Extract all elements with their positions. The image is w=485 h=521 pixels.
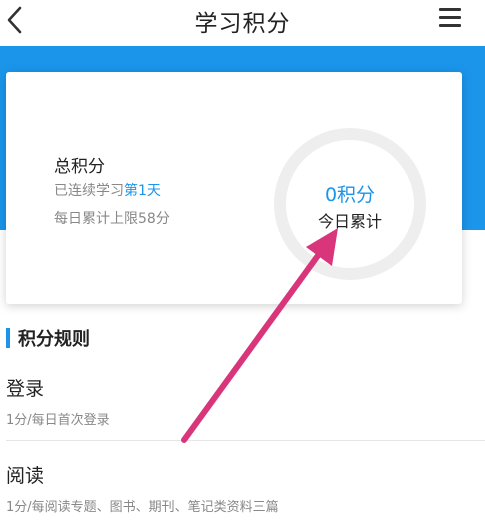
- rule-name: 阅读: [6, 465, 45, 487]
- streak-day-count: 第1天: [124, 183, 161, 199]
- today-points-ring: 0积分 今日累计: [274, 128, 426, 280]
- rule-item-login: 登录 1分/每日首次登录: [6, 374, 485, 428]
- top-bar: 学习积分: [0, 0, 485, 46]
- rule-name: 登录: [6, 378, 45, 400]
- study-streak-text: 已连续学习第1天: [54, 180, 161, 200]
- rule-item-reading: 阅读 1分/每阅读专题、图书、期刊、笔记类资料三篇: [6, 461, 485, 515]
- points-summary-card: 总积分 已连续学习第1天 每日累计上限58分 0积分 今日累计: [6, 72, 462, 304]
- learning-points-page: 学习积分 总积分 已连续学习第1天 每日累计上限58分 0积分 今日累计 积分规…: [0, 0, 485, 521]
- streak-prefix: 已连续学习: [54, 183, 124, 199]
- hamburger-menu-icon[interactable]: [439, 8, 461, 30]
- daily-limit-text: 每日累计上限58分: [54, 211, 170, 227]
- section-accent-bar: [6, 328, 10, 348]
- rules-title: 积分规则: [18, 329, 90, 350]
- total-points-label: 总积分: [54, 157, 105, 177]
- today-points-label: 今日累计: [317, 212, 382, 231]
- page-title: 学习积分: [194, 11, 291, 37]
- rule-divider: [6, 440, 485, 441]
- rule-description: 1分/每日首次登录: [6, 413, 110, 428]
- today-points-value: 0积分: [324, 184, 376, 206]
- rule-description: 1分/每阅读专题、图书、期刊、笔记类资料三篇: [6, 500, 279, 515]
